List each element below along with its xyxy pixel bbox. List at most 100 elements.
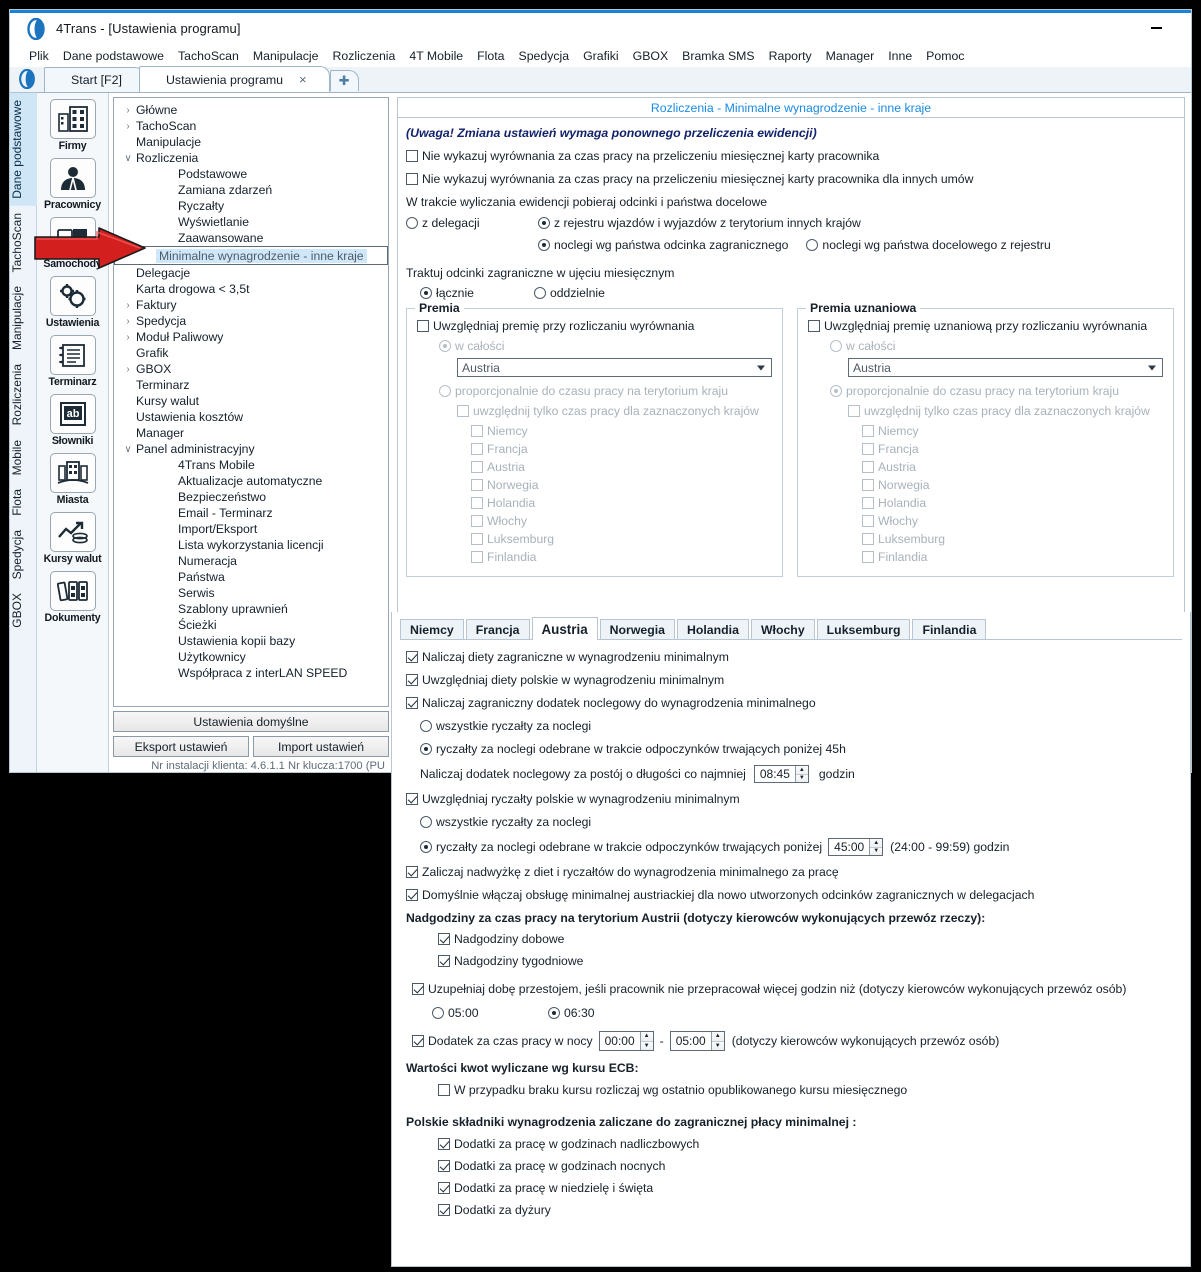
checkbox-polish-component[interactable] — [438, 1138, 450, 1150]
close-icon[interactable]: × — [299, 72, 307, 87]
checkbox-country[interactable] — [862, 479, 874, 491]
country-option-norwegia[interactable]: Norwegia — [471, 478, 772, 492]
tree-node-serwis[interactable]: Serwis — [114, 585, 388, 601]
menu-item-gbox[interactable]: GBOX — [626, 49, 676, 63]
tree-node-delegacje[interactable]: Delegacje — [114, 265, 388, 281]
checkbox-country[interactable] — [471, 425, 483, 437]
option-no-balance-other[interactable]: Nie wykazuj wyrównania za czas pracy na … — [406, 172, 1174, 186]
tree-node-manager[interactable]: Manager — [114, 425, 388, 441]
night-to-spinner[interactable]: 05:00 ▲ ▼ — [669, 1031, 725, 1051]
under-x-spinner[interactable]: 45:00 ▲ ▼ — [828, 838, 884, 856]
checkbox-country[interactable] — [862, 497, 874, 509]
tree-node-ustawienia-kopii-bazy[interactable]: Ustawienia kopii bazy — [114, 633, 388, 649]
checkbox-polish-component[interactable] — [438, 1204, 450, 1216]
polish-component-1[interactable]: Dodatki za pracę w godzinach nadliczbowy… — [438, 1137, 1178, 1151]
premia-uzn-only-selected[interactable]: uwzględnij tylko czas pracy dla zaznaczo… — [808, 404, 1163, 418]
tree-node-grafik[interactable]: Grafik — [114, 345, 388, 361]
chevron-right-icon[interactable]: › — [120, 316, 136, 327]
radio-all-lodging-dot[interactable] — [420, 720, 432, 732]
austria-foreign-diets[interactable]: Naliczaj diety zagraniczne w wynagrodzen… — [406, 650, 1178, 664]
tree-node-aktualizacje-automatyczne[interactable]: Aktualizacje automatyczne — [114, 473, 388, 489]
tree-node-numeracja[interactable]: Numeracja — [114, 553, 388, 569]
austria-radio-all-lodging[interactable]: wszystkie ryczałty za noclegi — [406, 719, 1178, 733]
austria-ecb-option[interactable]: W przypadku braku kursu rozliczaj wg ost… — [406, 1083, 1178, 1097]
chevron-right-icon[interactable]: › — [120, 332, 136, 343]
spinner-buttons[interactable]: ▲ ▼ — [869, 839, 883, 855]
icon-button-terminarz[interactable]: Terminarz — [42, 335, 104, 388]
checkbox-polish-component[interactable] — [438, 1182, 450, 1194]
icon-button-dokumenty[interactable]: Dokumenty — [42, 571, 104, 624]
radio-lodging-target-country-dot[interactable] — [806, 239, 819, 251]
austria-default-enable[interactable]: Domyślnie włączaj obsługę minimalnej aus… — [406, 888, 1178, 902]
spinner-buttons[interactable]: ▲ ▼ — [794, 766, 808, 782]
rail-item-spedycja[interactable]: Spedycja — [10, 523, 37, 586]
new-tab-button[interactable]: ✚ — [329, 70, 359, 91]
minimize-button[interactable] — [1139, 17, 1173, 39]
radio-premia-uzn-proportional-dot[interactable] — [830, 385, 842, 397]
tree-node-szablony-uprawnie-[interactable]: Szablony uprawnień — [114, 601, 388, 617]
country-tab-niemcy[interactable]: Niemcy — [400, 619, 464, 639]
icon-button-samochody[interactable]: Samochody — [42, 217, 104, 270]
tree-node-u-ytkownicy[interactable]: Użytkownicy — [114, 649, 388, 665]
checkbox-country[interactable] — [862, 461, 874, 473]
rail-item-tachoscan[interactable]: TachoScan — [10, 206, 37, 279]
checkbox-ot-weekly[interactable] — [438, 955, 450, 967]
radio-lodging-target-country[interactable]: noclegi wg państwa docelowego z rejestru — [806, 238, 1051, 252]
austria-polish-lodging[interactable]: Uwzględniaj ryczałty polskie w wynagrodz… — [406, 792, 1178, 806]
country-option-francja[interactable]: Francja — [471, 442, 772, 456]
tree-node-wsp-praca-z-interlan-speed[interactable]: Współpraca z interLAN SPEED — [114, 665, 388, 681]
radio-lodging-section-country[interactable]: noclegi wg państwa odcinka zagranicznego — [538, 238, 788, 252]
checkbox-country[interactable] — [862, 425, 874, 437]
spinner-up-icon[interactable]: ▲ — [795, 766, 808, 775]
country-option-norwegia[interactable]: Norwegia — [862, 478, 1163, 492]
radio-from-delegation-dot[interactable] — [406, 217, 418, 229]
tree-node-kursy-walut[interactable]: Kursy walut — [114, 393, 388, 409]
country-option-holandia[interactable]: Holandia — [471, 496, 772, 510]
tree-node-terminarz[interactable]: Terminarz — [114, 377, 388, 393]
tree-node-4trans-mobile[interactable]: 4Trans Mobile — [114, 457, 388, 473]
country-option-finlandia[interactable]: Finlandia — [471, 550, 772, 564]
tree-node-zaawansowane[interactable]: Zaawansowane — [114, 230, 388, 246]
icon-button-s-owniki[interactable]: ab Słowniki — [42, 394, 104, 447]
menu-item-bramka-sms[interactable]: Bramka SMS — [675, 49, 761, 63]
checkbox-surplus[interactable] — [406, 866, 418, 878]
tree-node-gbox[interactable]: › GBOX — [114, 361, 388, 377]
checkbox-fill-day[interactable] — [412, 983, 424, 995]
tree-node-bezpiecze-stwo[interactable]: Bezpieczeństwo — [114, 489, 388, 505]
checkbox-country[interactable] — [471, 479, 483, 491]
austria-foreign-lodging[interactable]: Naliczaj zagraniczny dodatek noclegowy d… — [406, 696, 1178, 710]
radio-day-0630[interactable]: 06:30 — [548, 1006, 595, 1020]
checkbox-no-balance-other[interactable] — [406, 173, 418, 185]
menu-item-raporty[interactable]: Raporty — [762, 49, 819, 63]
menu-item-tachoscan[interactable]: TachoScan — [171, 49, 246, 63]
premia-only-selected[interactable]: uwzględnij tylko czas pracy dla zaznaczo… — [417, 404, 772, 418]
checkbox-country[interactable] — [471, 461, 483, 473]
checkbox-night-allowance[interactable] — [412, 1035, 424, 1047]
premia-uzn-country-select[interactable]: Austria — [848, 358, 1163, 377]
austria-polish-diets[interactable]: Uwzględniaj diety polskie w wynagrodzeni… — [406, 673, 1178, 687]
premia-uzn-mode-proportional[interactable]: proporcjonalnie do czasu pracy na teryto… — [808, 384, 1163, 398]
spinner-up-icon[interactable]: ▲ — [870, 839, 883, 848]
checkbox-polish-lodging[interactable] — [406, 793, 418, 805]
radio-monthly-separate-dot[interactable] — [534, 287, 546, 299]
spinner-up-icon[interactable]: ▲ — [640, 1032, 653, 1042]
tree-node-podstawowe[interactable]: Podstawowe — [114, 166, 388, 182]
country-option-holandia[interactable]: Holandia — [862, 496, 1163, 510]
menu-item-plik[interactable]: Plik — [22, 49, 56, 63]
checkbox-country[interactable] — [862, 551, 874, 563]
tree-node-minimalne-wynagrodzenie-inne-kraje[interactable]: Minimalne wynagrodzenie - inne kraje — [114, 246, 388, 265]
option-no-balance-monthly[interactable]: Nie wykazuj wyrównania za czas pracy na … — [406, 149, 1174, 163]
radio-under-x-dot[interactable] — [420, 841, 432, 853]
tree-node--cie-ki[interactable]: Ścieżki — [114, 617, 388, 633]
chevron-right-icon[interactable]: › — [120, 121, 136, 132]
radio-lodging-section-country-dot[interactable] — [538, 239, 550, 251]
country-tab-holandia[interactable]: Holandia — [677, 619, 749, 639]
radio-day-05[interactable]: 05:00 — [432, 1006, 548, 1020]
radio-from-register[interactable]: z rejestru wjazdów i wyjazdów z terytori… — [538, 216, 861, 230]
country-tab-finlandia[interactable]: Finlandia — [912, 619, 987, 639]
country-option-niemcy[interactable]: Niemcy — [862, 424, 1163, 438]
rail-item-rozliczenia[interactable]: Rozliczenia — [10, 357, 37, 432]
icon-button-firmy[interactable]: Firmy — [42, 99, 104, 152]
tree-node-faktury[interactable]: › Faktury — [114, 297, 388, 313]
checkbox-polish-diets[interactable] — [406, 674, 418, 686]
